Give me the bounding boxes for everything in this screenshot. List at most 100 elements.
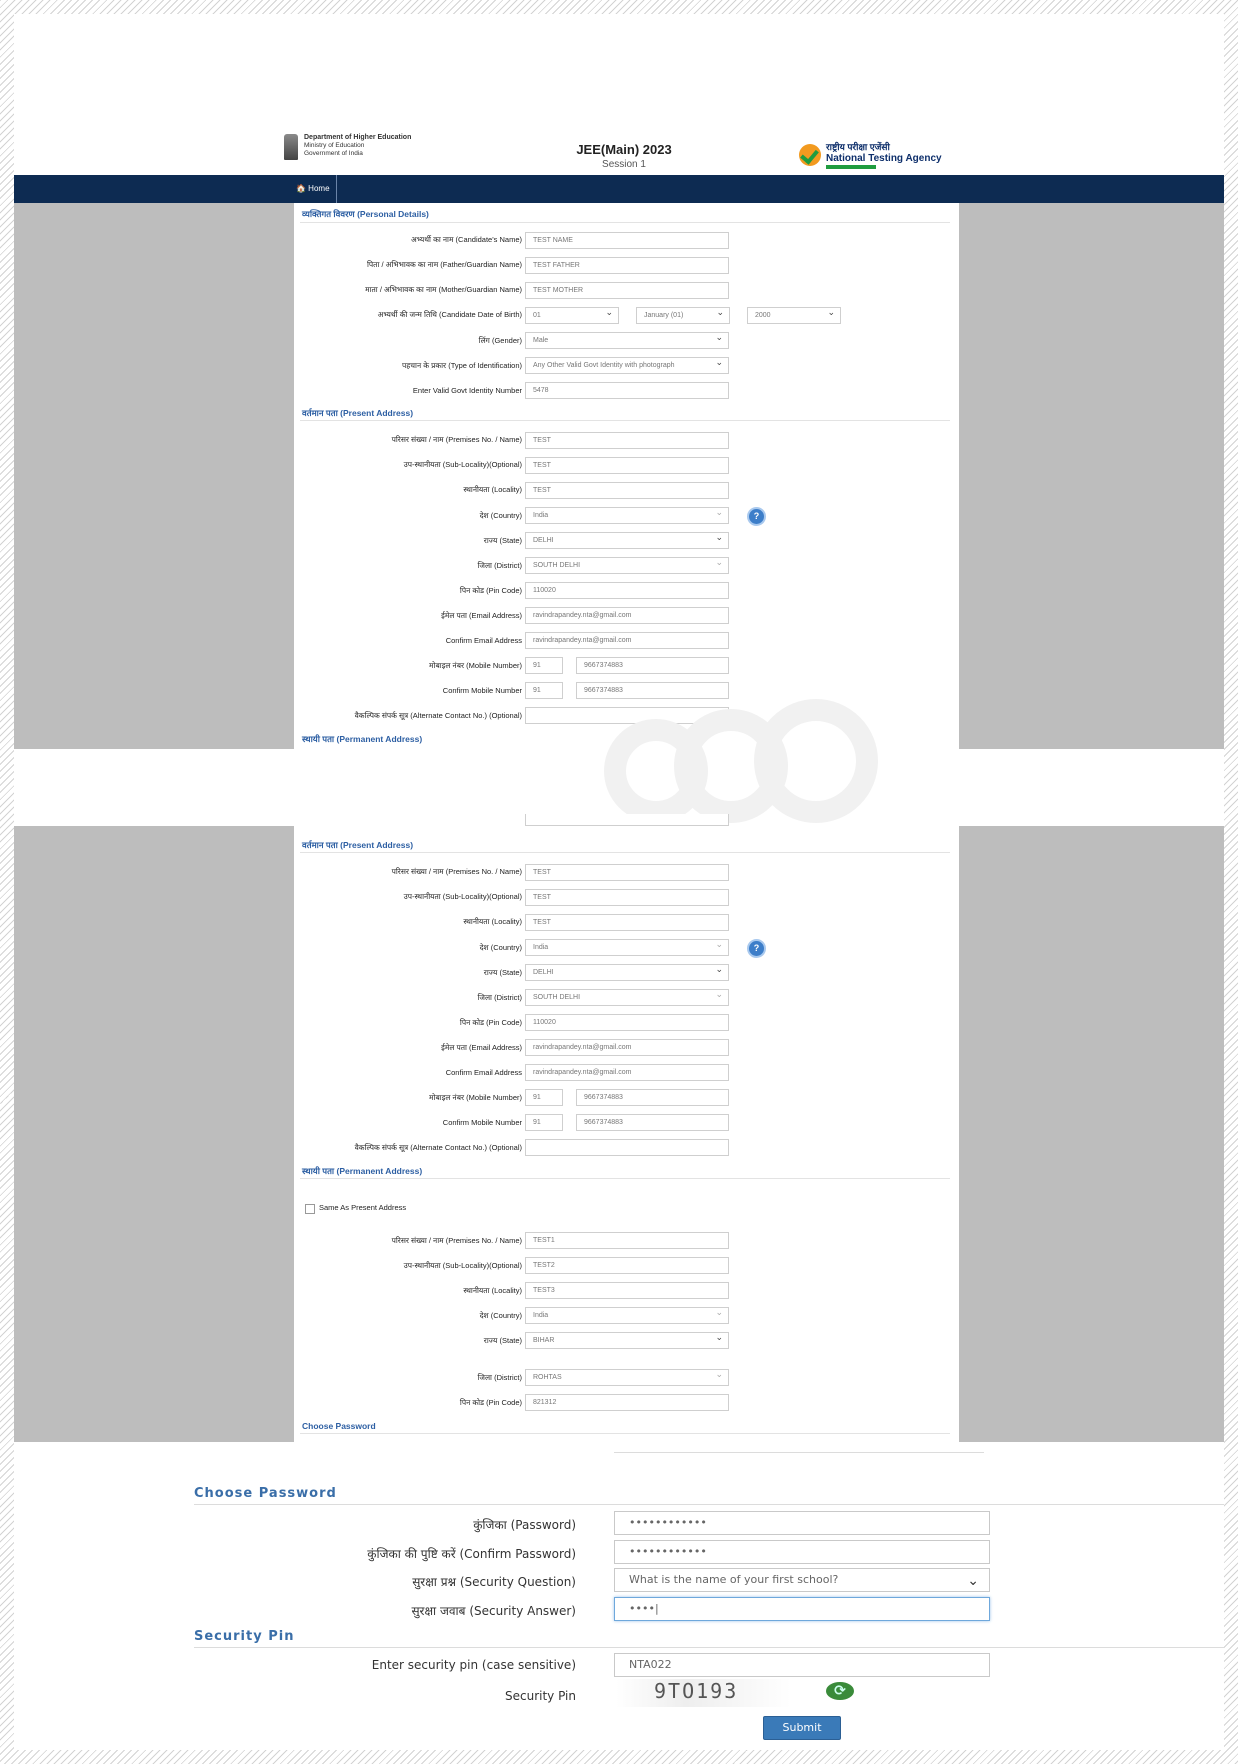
district-select[interactable]: SOUTH DELHI — [525, 989, 729, 1006]
same-as-present-checkbox[interactable] — [305, 1204, 315, 1214]
nta-logo: राष्ट्रीय परीक्षा एजेंसी National Testin… — [799, 140, 942, 169]
mother-name-input[interactable]: TEST MOTHER — [525, 282, 729, 299]
section-choose-password: Choose Password — [194, 1486, 337, 1501]
mobile-code-input[interactable]: 91 — [525, 1089, 563, 1106]
screenshot-personal-details: Department of Higher Education Ministry … — [14, 14, 1224, 749]
perm-district-select[interactable]: ROHTAS — [525, 1369, 729, 1386]
premises-input[interactable]: TEST — [525, 432, 729, 449]
perm-state-select[interactable]: BIHAR — [525, 1332, 729, 1349]
email-input[interactable]: ravindrapandey.nta@gmail.com — [525, 607, 729, 624]
confirm-mobile-input[interactable]: 9667374883 — [576, 682, 729, 699]
pincode-input[interactable]: 110020 — [525, 1014, 729, 1031]
help-icon[interactable]: ? — [747, 939, 766, 958]
refresh-captcha-icon[interactable]: ⟳ — [826, 1682, 854, 1700]
premises-input[interactable]: TEST — [525, 864, 729, 881]
alt-contact-label: वैकल्पिक संपर्क सूत्र (Alternate Contact… — [354, 1143, 522, 1152]
state-label: राज्य (State) — [483, 536, 522, 545]
id-type-select[interactable]: Any Other Valid Govt Identity with photo… — [525, 357, 729, 374]
mother-name-label: माता / अभिभावक का नाम (Mother/Guardian N… — [365, 285, 522, 294]
father-name-input[interactable]: TEST FATHER — [525, 257, 729, 274]
confirm-mobile-code-input[interactable]: 91 — [525, 682, 563, 699]
nta-hindi: राष्ट्रीय परीक्षा एजेंसी — [826, 142, 890, 152]
gender-select[interactable]: Male — [525, 332, 729, 349]
confirm-password-label: कुंजिका की पुष्टि करें (Confirm Password… — [367, 1547, 576, 1561]
perm-district-label: जिला (District) — [477, 1373, 522, 1382]
perm-country-select[interactable]: India — [525, 1307, 729, 1324]
country-select[interactable]: India — [525, 939, 729, 956]
perm-sub-locality-input[interactable]: TEST2 — [525, 1257, 729, 1274]
nta-check-icon — [799, 143, 821, 166]
password-input[interactable]: •••••••••••• — [614, 1511, 990, 1535]
perm-state-label: राज्य (State) — [483, 1336, 522, 1345]
country-label: देश (Country) — [479, 511, 522, 520]
confirm-mobile-code-input[interactable]: 91 — [525, 1114, 563, 1131]
sub-locality-input[interactable]: TEST — [525, 457, 729, 474]
divider — [194, 1647, 1224, 1648]
perm-sub-locality-label: उप-स्थानीयता (Sub-Locality)(Optional) — [403, 1261, 522, 1270]
section-security-pin: Security Pin — [194, 1629, 295, 1644]
divider — [300, 420, 950, 421]
id-number-label: Enter Valid Govt Identity Number — [412, 386, 522, 395]
security-question-select[interactable]: What is the name of your first school? — [614, 1568, 990, 1592]
dob-year-select[interactable]: 2000 — [747, 307, 841, 324]
nta-english: National Testing Agency — [826, 153, 942, 164]
dob-day-select[interactable]: 01 — [525, 307, 619, 324]
state-select[interactable]: DELHI — [525, 964, 729, 981]
confirm-mobile-input[interactable]: 9667374883 — [576, 1114, 729, 1131]
district-label: जिला (District) — [477, 993, 522, 1002]
exam-title: JEE(Main) 2023 — [576, 142, 672, 157]
alt-contact-input[interactable] — [525, 1139, 729, 1156]
security-answer-input[interactable]: ••••| — [614, 1597, 990, 1621]
confirm-mobile-label: Confirm Mobile Number — [442, 686, 522, 695]
pincode-input[interactable]: 110020 — [525, 582, 729, 599]
email-input[interactable]: ravindrapandey.nta@gmail.com — [525, 1039, 729, 1056]
confirm-password-input[interactable]: •••••••••••• — [614, 1540, 990, 1564]
id-number-input[interactable]: 5478 — [525, 382, 729, 399]
site-header: Department of Higher Education Ministry … — [284, 124, 974, 174]
mobile-input[interactable]: 9667374883 — [576, 657, 729, 674]
sub-locality-input[interactable]: TEST — [525, 889, 729, 906]
alt-contact-label: वैकल्पिक संपर्क सूत्र (Alternate Contact… — [354, 711, 522, 720]
dept-logo: Department of Higher Education Ministry … — [284, 134, 411, 160]
mobile-input[interactable]: 9667374883 — [576, 1089, 729, 1106]
locality-input[interactable]: TEST — [525, 914, 729, 931]
perm-pincode-input[interactable]: 821312 — [525, 1394, 729, 1411]
section-permanent-address: स्थायी पता (Permanent Address) — [302, 734, 423, 744]
perm-premises-input[interactable]: TEST1 — [525, 1232, 729, 1249]
divider — [300, 1433, 950, 1434]
email-label: ईमेल पता (Email Address) — [441, 1043, 522, 1052]
perm-country-label: देश (Country) — [479, 1311, 522, 1320]
country-select[interactable]: India — [525, 507, 729, 524]
collage-canvas: Department of Higher Education Ministry … — [14, 14, 1224, 1750]
locality-input[interactable]: TEST — [525, 482, 729, 499]
nav-home-link[interactable]: 🏠 Home — [296, 175, 337, 203]
candidate-name-input[interactable]: TEST NAME — [525, 232, 729, 249]
security-pin-input[interactable]: NTA022 — [614, 1653, 990, 1677]
divider — [614, 1452, 984, 1453]
state-label: राज्य (State) — [483, 968, 522, 977]
help-icon[interactable]: ? — [747, 507, 766, 526]
district-select[interactable]: SOUTH DELHI — [525, 557, 729, 574]
perm-locality-input[interactable]: TEST3 — [525, 1282, 729, 1299]
dob-month-select[interactable]: January (01) — [636, 307, 730, 324]
sub-locality-label: उप-स्थानीयता (Sub-Locality)(Optional) — [403, 460, 522, 469]
email-label: ईमेल पता (Email Address) — [441, 611, 522, 620]
confirm-email-input[interactable]: ravindrapandey.nta@gmail.com — [525, 632, 729, 649]
divider — [300, 852, 950, 853]
district-label: जिला (District) — [477, 561, 522, 570]
pincode-label: पिन कोड (Pin Code) — [459, 1018, 522, 1027]
premises-label: परिसर संख्या / नाम (Premises No. / Name) — [391, 435, 522, 444]
cut-off-input — [525, 814, 729, 826]
nta-tagline-bar — [826, 165, 876, 169]
submit-button[interactable]: Submit — [763, 1716, 841, 1740]
mobile-label: मोबाइल नंबर (Mobile Number) — [429, 661, 522, 670]
state-select[interactable]: DELHI — [525, 532, 729, 549]
top-navbar: 🏠 Home — [14, 175, 1224, 203]
mobile-code-input[interactable]: 91 — [525, 657, 563, 674]
confirm-email-input[interactable]: ravindrapandey.nta@gmail.com — [525, 1064, 729, 1081]
father-name-label: पिता / अभिभावक का नाम (Father/Guardian N… — [366, 260, 522, 269]
country-label: देश (Country) — [479, 943, 522, 952]
perm-pincode-label: पिन कोड (Pin Code) — [459, 1398, 522, 1407]
captcha-image: 9TO193 — [616, 1679, 791, 1707]
dept-line1: Department of Higher Education — [304, 134, 412, 141]
